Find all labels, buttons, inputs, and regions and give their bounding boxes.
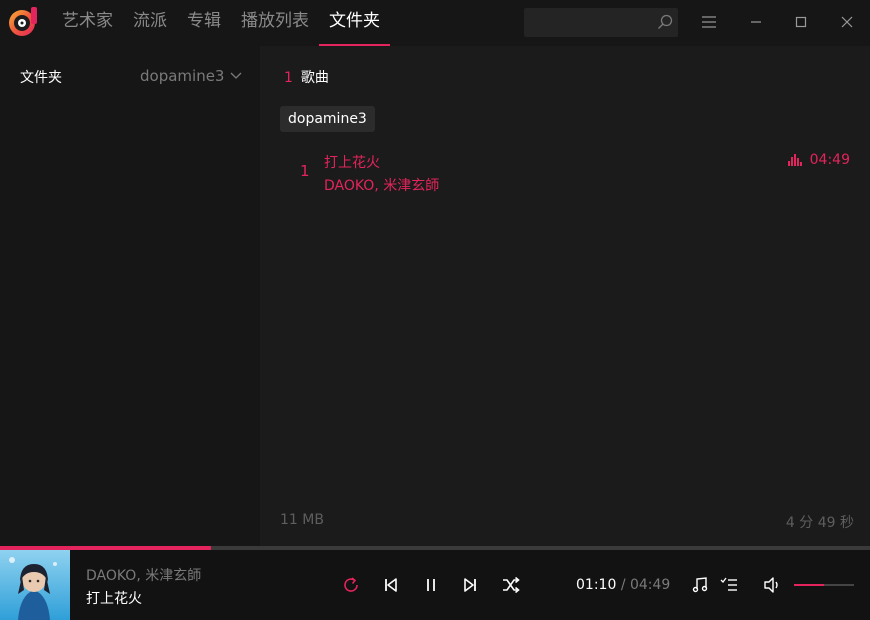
song-count-label: 歌曲: [300, 70, 329, 86]
tab-playlists[interactable]: 播放列表: [231, 0, 319, 46]
player-bar: DAOKO, 米津玄師 打上花火 01:10 / 04:49: [0, 550, 870, 620]
search-input[interactable]: [524, 8, 678, 37]
title-bar: 艺术家 流派 专辑 播放列表 文件夹: [0, 0, 870, 46]
folder-chip[interactable]: dopamine3: [280, 106, 375, 132]
tab-genres[interactable]: 流派: [123, 0, 177, 46]
sidebar-title: 文件夹: [20, 70, 62, 86]
tab-artists[interactable]: 艺术家: [52, 0, 123, 46]
tab-folders[interactable]: 文件夹: [319, 0, 390, 46]
minimize-icon[interactable]: [744, 10, 768, 34]
equalizer-bars-icon: [787, 154, 802, 166]
skip-next-icon[interactable]: [460, 575, 480, 595]
shuffle-icon[interactable]: [501, 575, 521, 595]
track-index: 1: [300, 162, 310, 180]
album-cover[interactable]: [0, 550, 70, 620]
track-duration: 04:49: [809, 152, 850, 168]
dopamine-logo-icon: [8, 7, 38, 37]
tab-albums[interactable]: 专辑: [177, 0, 231, 46]
hamburger-menu-icon[interactable]: [697, 10, 721, 34]
folder-sidebar: 文件夹 dopamine3: [0, 46, 260, 546]
playback-time: 01:10 / 04:49: [576, 577, 670, 593]
song-list-panel: 1 歌曲 dopamine3 1 打上花火 DAOKO, 米津玄師 04:49 1…: [260, 46, 870, 546]
track-duration-group: 04:49: [787, 152, 850, 168]
pause-icon[interactable]: [421, 575, 441, 595]
music-note-icon[interactable]: [690, 575, 710, 595]
song-count-number: 1: [284, 70, 293, 86]
total-duration: 4 分 49 秒: [785, 515, 854, 531]
now-playing-title: 打上花火: [86, 591, 142, 607]
nav-tabs: 艺术家 流派 专辑 播放列表 文件夹: [52, 0, 390, 46]
total-time: 04:49: [629, 577, 671, 593]
playlist-queue-icon[interactable]: [719, 575, 739, 595]
track-row[interactable]: 1 打上花火 DAOKO, 米津玄師 04:49: [280, 148, 860, 198]
chevron-down-icon: [231, 72, 242, 79]
song-count: 1 歌曲: [284, 67, 329, 87]
close-icon[interactable]: [835, 10, 859, 34]
search-icon[interactable]: [657, 14, 673, 30]
volume-slider-fill: [794, 584, 824, 586]
folder-selector-label: dopamine3: [140, 67, 225, 85]
folder-selector[interactable]: dopamine3: [140, 67, 242, 85]
track-title: 打上花火: [324, 155, 380, 171]
skip-previous-icon[interactable]: [381, 575, 401, 595]
loop-icon[interactable]: [341, 575, 361, 595]
track-artist: DAOKO, 米津玄師: [324, 178, 440, 194]
time-separator: /: [620, 577, 626, 593]
total-size: 11 MB: [280, 512, 324, 528]
now-playing-artist: DAOKO, 米津玄師: [86, 568, 202, 584]
current-time: 01:10: [576, 577, 617, 593]
volume-icon[interactable]: [762, 575, 782, 595]
maximize-icon[interactable]: [789, 10, 813, 34]
volume-slider[interactable]: [794, 584, 854, 586]
